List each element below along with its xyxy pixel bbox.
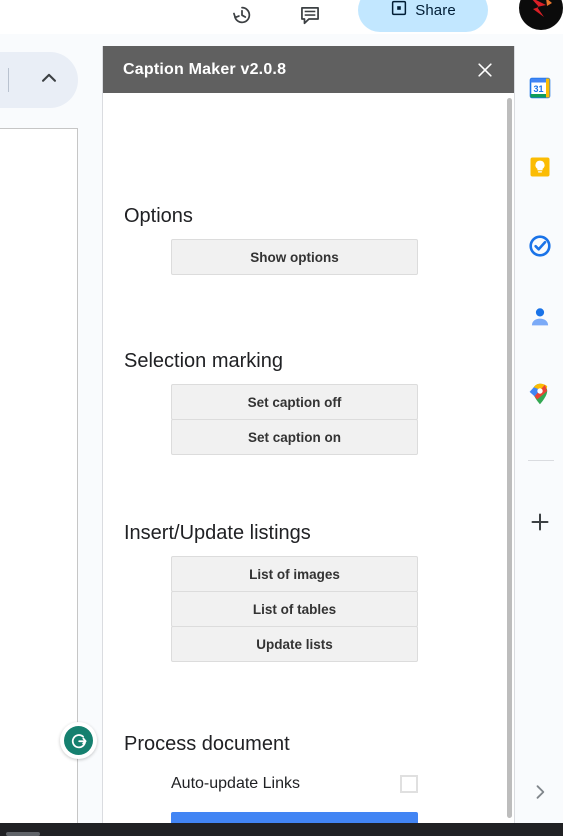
screen: Share Caption Maker v2.0.8 Options Show … bbox=[0, 0, 563, 836]
grammarly-badge bbox=[64, 726, 93, 755]
bottom-bar-nub bbox=[6, 832, 40, 836]
google-contacts-icon[interactable] bbox=[525, 302, 554, 331]
version-history-icon[interactable] bbox=[225, 0, 259, 30]
list-of-images-button[interactable]: List of images bbox=[171, 556, 418, 592]
share-lock-icon bbox=[390, 0, 408, 21]
user-avatar[interactable] bbox=[519, 0, 563, 30]
update-lists-button[interactable]: Update lists bbox=[171, 626, 418, 662]
toolbar-collapse-pill[interactable] bbox=[0, 52, 78, 108]
list-of-tables-button[interactable]: List of tables bbox=[171, 591, 418, 627]
google-keep-icon[interactable] bbox=[525, 152, 554, 181]
google-maps-icon[interactable] bbox=[525, 379, 554, 408]
panel-title: Caption Maker v2.0.8 bbox=[123, 60, 287, 78]
section-title: Process document bbox=[124, 733, 290, 755]
show-options-button[interactable]: Show options bbox=[171, 239, 418, 275]
panel-header: Caption Maker v2.0.8 bbox=[103, 46, 514, 93]
section-selection-marking: Selection marking Set caption off Set ca… bbox=[103, 348, 514, 455]
section-title: Insert/Update listings bbox=[124, 522, 311, 544]
section-title: Options bbox=[124, 205, 193, 227]
selection-marking-button-group: Set caption off Set caption on bbox=[171, 384, 418, 455]
grammarly-icon[interactable] bbox=[60, 722, 97, 759]
auto-update-links-row: Auto-update Links bbox=[171, 769, 418, 799]
svg-text:31: 31 bbox=[533, 84, 543, 94]
section-process-document: Process document Auto-update Links Capti… bbox=[103, 731, 514, 836]
docs-top-toolbar: Share bbox=[0, 0, 563, 34]
set-caption-off-button[interactable]: Set caption off bbox=[171, 384, 418, 420]
options-button-group: Show options bbox=[171, 239, 418, 275]
google-calendar-icon[interactable]: 31 bbox=[525, 73, 554, 102]
share-label: Share bbox=[415, 1, 456, 19]
pill-divider bbox=[8, 68, 9, 92]
chevron-right-icon[interactable] bbox=[525, 777, 554, 806]
section-title: Selection marking bbox=[124, 350, 283, 372]
set-caption-on-button[interactable]: Set caption on bbox=[171, 419, 418, 455]
bottom-system-bar bbox=[0, 823, 563, 836]
auto-update-links-label: Auto-update Links bbox=[171, 775, 300, 792]
rail-divider bbox=[528, 460, 554, 461]
plus-icon[interactable] bbox=[525, 507, 554, 536]
section-insert-update-listings: Insert/Update listings List of images Li… bbox=[103, 520, 514, 662]
comment-icon[interactable] bbox=[293, 0, 327, 30]
google-tasks-icon[interactable] bbox=[525, 231, 554, 260]
document-page[interactable] bbox=[0, 128, 78, 825]
listings-button-group: List of images List of tables Update lis… bbox=[171, 556, 418, 662]
chevron-up-icon[interactable] bbox=[38, 67, 60, 94]
auto-update-links-checkbox[interactable] bbox=[400, 775, 418, 793]
section-options: Options Show options bbox=[103, 203, 514, 275]
share-button[interactable]: Share bbox=[358, 0, 488, 32]
panel-body: Options Show options Selection marking S… bbox=[103, 93, 514, 836]
close-icon[interactable] bbox=[470, 55, 500, 85]
addon-rail: 31 bbox=[516, 34, 563, 823]
caption-maker-panel: Caption Maker v2.0.8 Options Show option… bbox=[102, 46, 515, 836]
panel-scrollbar[interactable] bbox=[507, 98, 512, 818]
